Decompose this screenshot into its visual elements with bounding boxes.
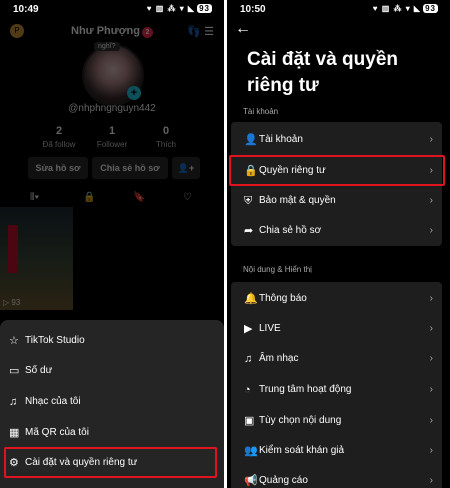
settings-item-share-profile[interactable]: ➦ Chia sẻ hồ sơ › [231, 216, 442, 246]
settings-item-account[interactable]: 👤 Tài khoản › [231, 125, 442, 155]
music-icon: ♫ [9, 396, 18, 408]
footprint-icon[interactable]: 👣 [187, 26, 201, 38]
menu-icon[interactable]: ☰ [204, 26, 214, 38]
profile-tabs: ⦀▾ 🔒 🔖 ♡ [0, 192, 224, 206]
settings-item-live[interactable]: ▶ LIVE › [231, 314, 442, 344]
section-content-display: Nội dung & Hiển thị [243, 265, 312, 274]
add-friend-button[interactable]: 👤+ [172, 157, 200, 179]
chevron-right-icon: › [429, 384, 433, 395]
video-views: ▷ 93 [3, 298, 21, 307]
sheet-item-my-music[interactable]: ♫ Nhạc của tôi [0, 387, 224, 417]
chevron-right-icon: › [429, 353, 433, 364]
share-profile-button[interactable]: Chia sẻ hồ sơ [92, 157, 168, 179]
sheet-item-qr-code[interactable]: ▦ Mã QR của tôi [0, 418, 224, 448]
settings-item-music[interactable]: ♫ Âm nhạc › [231, 344, 442, 374]
profile-top-icons: 👣 ☰ [187, 25, 214, 38]
flag-image [8, 225, 18, 273]
sheet-item-tiktok-studio[interactable]: ☆ TikTok Studio [0, 326, 224, 356]
saved-tab-icon[interactable]: 🔖 [133, 192, 145, 203]
status-icons: ♥ ▥ ⁂ ▾ ◣ 93 [372, 4, 438, 13]
settings-item-notifications[interactable]: 🔔 Thông báo › [231, 284, 442, 314]
battery-icon: 93 [423, 4, 438, 13]
shield-icon: ⛨ [244, 195, 253, 207]
stat-following[interactable]: 2 Đã follow [34, 125, 84, 149]
profile-screen: 10:49 ♥ ▥ ⁂ ▾ ◣ 93 P Như Phượng 2 👣 ☰ nghĩ… [0, 0, 224, 488]
settings-item-content-preferences[interactable]: ▣ Tùy chọn nội dung › [231, 406, 442, 436]
status-bar: 10:49 ♥ ▥ ⁂ ▾ ◣ 93 [0, 0, 224, 20]
settings-item-security[interactable]: ⛨ Bảo mật & quyền › [231, 186, 442, 216]
edit-profile-button[interactable]: Sửa hồ sơ [28, 157, 88, 179]
add-friend-icon: 👤+ [177, 163, 195, 173]
notification-badge: 2 [141, 27, 153, 38]
status-time: 10:49 [13, 4, 39, 15]
wallet-icon: ▭ [9, 365, 20, 377]
bell-icon: 🔔 [244, 293, 258, 305]
chevron-right-icon: › [429, 323, 433, 334]
video-icon: ▣ [244, 415, 255, 427]
settings-item-ads[interactable]: 📢 Quảng cáo › [231, 466, 442, 488]
qr-code-icon: ▦ [9, 427, 20, 439]
highlight-box [4, 447, 217, 478]
live-icon: ▶ [244, 323, 253, 335]
videos-tab-icon[interactable]: ⦀▾ [30, 192, 39, 203]
people-icon: 👥 [244, 445, 258, 457]
status-icons: ♥ ▥ ⁂ ▾ ◣ 93 [146, 4, 212, 13]
music-icon: ♫ [244, 353, 253, 365]
stat-likes[interactable]: 0 Thích [141, 125, 191, 149]
back-arrow-icon[interactable]: ← [235, 20, 251, 38]
chevron-right-icon: › [429, 445, 433, 456]
video-thumbnail[interactable]: ▷ 93 [0, 207, 73, 310]
status-bar: 10:50 ♥ ▥ ⁂ ▾ ◣ 93 [227, 0, 450, 20]
private-tab-icon[interactable]: 🔒 [83, 192, 95, 203]
clock-icon: ◔ [244, 384, 251, 396]
share-icon: ➦ [244, 225, 254, 237]
chevron-right-icon: › [429, 475, 433, 486]
content-group: 🔔 Thông báo › ▶ LIVE › ♫ Âm nhạc › ◔ Trung tâm … [231, 282, 442, 488]
chevron-right-icon: › [429, 134, 433, 145]
battery-icon: 93 [197, 4, 212, 13]
megaphone-icon: 📢 [244, 475, 258, 487]
profile-handle: @nhphngnguyn442 [68, 103, 156, 114]
chevron-right-icon: › [429, 195, 433, 206]
settings-item-activity-center[interactable]: ◔ Trung tâm hoạt động › [231, 375, 442, 405]
stat-followers[interactable]: 1 Follower [87, 125, 137, 149]
chevron-right-icon: › [429, 293, 433, 304]
chevron-right-icon: › [429, 415, 433, 426]
sheet-item-balance[interactable]: ▭ Số dư [0, 356, 224, 386]
page-title: Cài đặt và quyền riêng tư [247, 49, 398, 96]
note-bubble[interactable]: nghĩ? [94, 42, 120, 51]
liked-tab-icon[interactable]: ♡ [183, 192, 192, 203]
settings-item-audience-controls[interactable]: 👥 Kiểm soát khán giả › [231, 436, 442, 466]
settings-screen: 10:50 ♥ ▥ ⁂ ▾ ◣ 93 ← Cài đặt và quyền riê… [227, 0, 450, 488]
status-time: 10:50 [240, 4, 266, 15]
chevron-right-icon: › [429, 225, 433, 236]
highlight-box [229, 155, 445, 186]
add-photo-icon[interactable]: + [127, 86, 141, 100]
person-icon: 👤 [244, 134, 258, 146]
section-account: Tài khoản [243, 107, 279, 116]
studio-icon: ☆ [9, 335, 19, 347]
